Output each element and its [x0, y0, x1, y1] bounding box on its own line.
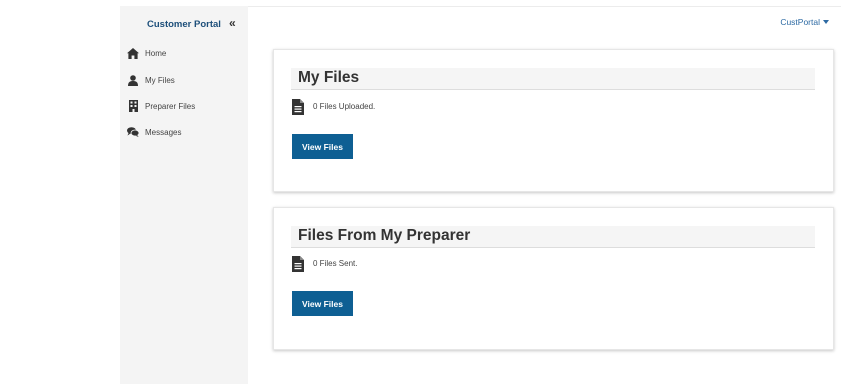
- header-divider: [248, 6, 841, 7]
- sidebar-item-label: Preparer Files: [145, 101, 196, 111]
- card-title: My Files: [298, 69, 360, 86]
- card-title: Files From My Preparer: [298, 227, 471, 244]
- collapse-sidebar-button[interactable]: «: [229, 16, 236, 30]
- view-files-button[interactable]: View Files: [292, 134, 353, 159]
- card-header: Files From My Preparer: [291, 226, 815, 248]
- view-files-button[interactable]: View Files: [292, 291, 353, 316]
- my-files-card: My Files 0 Files Uploaded. View Files: [273, 49, 834, 192]
- sidebar-item-label: Home: [145, 48, 167, 58]
- sidebar-item-label: My Files: [145, 75, 175, 85]
- building-icon: [127, 100, 139, 112]
- files-uploaded-count: 0 Files Uploaded.: [313, 102, 376, 111]
- caret-down-icon: [823, 20, 829, 24]
- sidebar-item-label: Messages: [145, 127, 182, 137]
- sidebar-item-preparer-files[interactable]: Preparer Files: [127, 98, 245, 114]
- file-icon: [292, 99, 304, 115]
- comments-icon: [127, 126, 139, 138]
- card-header: My Files: [291, 68, 815, 90]
- files-sent-count: 0 Files Sent.: [313, 259, 358, 268]
- sidebar: Customer Portal « Home My Files Preparer…: [120, 6, 248, 384]
- file-icon: [292, 256, 304, 272]
- files-from-preparer-card: Files From My Preparer 0 Files Sent. Vie…: [273, 207, 834, 350]
- sidebar-brand: Customer Portal: [147, 19, 221, 30]
- home-icon: [127, 47, 139, 59]
- user-menu-label: CustPortal: [780, 17, 820, 27]
- user-menu-dropdown[interactable]: CustPortal: [780, 17, 829, 27]
- user-icon: [127, 74, 139, 86]
- sidebar-item-my-files[interactable]: My Files: [127, 72, 245, 88]
- sidebar-item-home[interactable]: Home: [127, 45, 245, 61]
- sidebar-item-messages[interactable]: Messages: [127, 124, 245, 140]
